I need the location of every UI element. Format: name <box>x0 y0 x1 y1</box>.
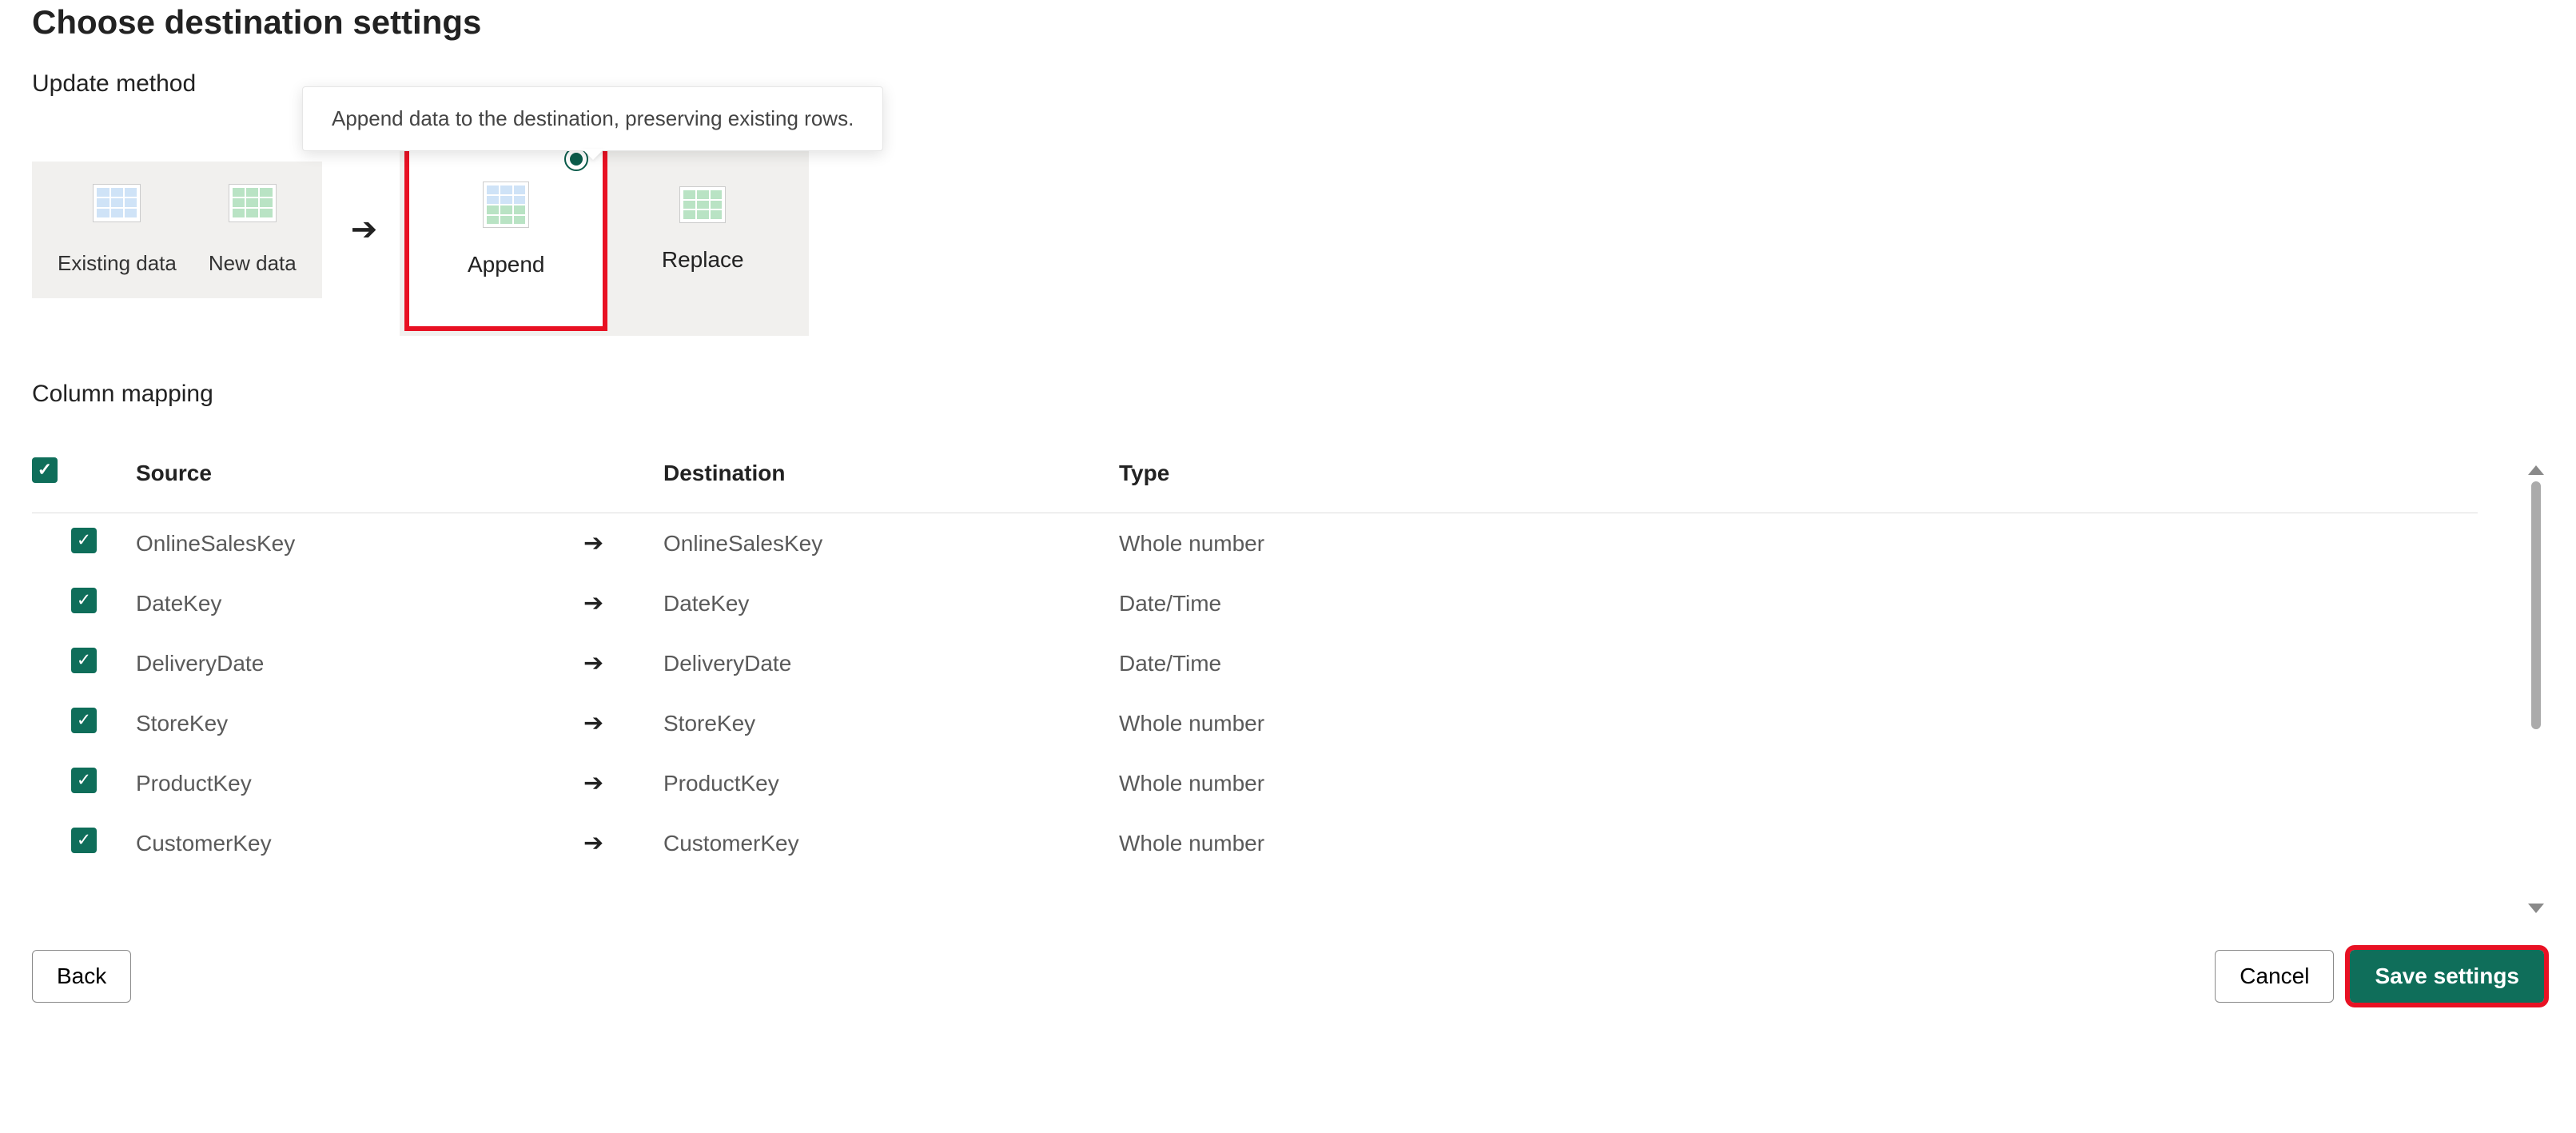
append-table-icon <box>483 182 529 228</box>
source-cell: StoreKey <box>136 693 583 753</box>
destination-cell[interactable]: DateKey <box>663 573 1119 633</box>
header-source: Source <box>136 433 583 513</box>
append-label: Append <box>468 252 545 277</box>
destination-cell[interactable]: OnlineSalesKey <box>663 513 1119 574</box>
table-row: CustomerKey➔CustomerKeyWhole number <box>32 813 2478 873</box>
source-cell: ProductKey <box>136 753 583 813</box>
update-method-options: Append Replace <box>400 123 809 336</box>
table-icon <box>93 184 141 222</box>
column-mapping-table: Source Destination Type OnlineSalesKey➔O… <box>32 433 2478 873</box>
footer: Back Cancel Save settings <box>32 950 2544 1003</box>
scroll-down-icon[interactable] <box>2528 904 2544 913</box>
destination-cell[interactable]: StoreKey <box>663 693 1119 753</box>
header-destination: Destination <box>663 433 1119 513</box>
cancel-button[interactable]: Cancel <box>2215 950 2334 1003</box>
source-cell: OnlineSalesKey <box>136 513 583 574</box>
type-cell: Whole number <box>1119 693 2478 753</box>
new-data-label: New data <box>209 251 297 276</box>
arrow-right-icon: ➔ <box>583 650 603 676</box>
header-type: Type <box>1119 433 2478 513</box>
table-icon <box>229 184 277 222</box>
table-row: DateKey➔DateKeyDate/Time <box>32 573 2478 633</box>
table-row: OnlineSalesKey➔OnlineSalesKeyWhole numbe… <box>32 513 2478 574</box>
arrow-right-icon: ➔ <box>351 213 378 245</box>
destination-cell[interactable]: ProductKey <box>663 753 1119 813</box>
scroll-thumb[interactable] <box>2531 481 2541 729</box>
destination-cell[interactable]: CustomerKey <box>663 813 1119 873</box>
row-checkbox[interactable] <box>71 648 97 673</box>
row-checkbox[interactable] <box>71 828 97 853</box>
type-cell: Whole number <box>1119 753 2478 813</box>
scrollbar[interactable] <box>2528 465 2544 913</box>
update-method-row: Existing data New data ➔ Append <box>32 123 2544 336</box>
source-cell: DeliveryDate <box>136 633 583 693</box>
existing-data-tile: Existing data <box>58 184 177 276</box>
table-row: DeliveryDate➔DeliveryDateDate/Time <box>32 633 2478 693</box>
type-cell: Date/Time <box>1119 633 2478 693</box>
new-data-tile: New data <box>209 184 297 276</box>
source-cell: CustomerKey <box>136 813 583 873</box>
save-settings-button[interactable]: Save settings <box>2350 950 2544 1003</box>
row-checkbox[interactable] <box>71 528 97 553</box>
select-all-checkbox[interactable] <box>32 457 58 483</box>
destination-cell[interactable]: DeliveryDate <box>663 633 1119 693</box>
column-mapping-table-wrap: Source Destination Type OnlineSalesKey➔O… <box>32 433 2544 913</box>
arrow-right-icon: ➔ <box>583 530 603 557</box>
type-cell: Whole number <box>1119 513 2478 574</box>
type-cell: Date/Time <box>1119 573 2478 633</box>
arrow-right-icon: ➔ <box>583 770 603 796</box>
replace-option[interactable]: Replace <box>604 131 801 328</box>
row-checkbox[interactable] <box>71 588 97 613</box>
row-checkbox[interactable] <box>71 708 97 733</box>
table-row: ProductKey➔ProductKeyWhole number <box>32 753 2478 813</box>
table-row: StoreKey➔StoreKeyWhole number <box>32 693 2478 753</box>
append-tooltip: Append data to the destination, preservi… <box>302 86 883 151</box>
arrow-right-icon: ➔ <box>583 590 603 616</box>
arrow-right-icon: ➔ <box>583 830 603 856</box>
arrow-right-icon: ➔ <box>583 710 603 736</box>
replace-table-icon <box>679 186 726 223</box>
type-cell: Whole number <box>1119 813 2478 873</box>
scroll-up-icon[interactable] <box>2528 465 2544 475</box>
column-mapping-heading: Column mapping <box>32 381 2544 408</box>
append-option[interactable]: Append <box>408 131 604 328</box>
existing-data-label: Existing data <box>58 251 177 276</box>
existing-new-preview: Existing data New data <box>32 162 322 298</box>
back-button[interactable]: Back <box>32 950 131 1003</box>
row-checkbox[interactable] <box>71 768 97 793</box>
source-cell: DateKey <box>136 573 583 633</box>
replace-label: Replace <box>662 247 744 273</box>
page-title: Choose destination settings <box>32 3 2544 42</box>
